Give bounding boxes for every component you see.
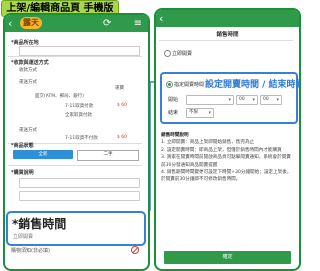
pay-option-3[interactable]: 全家取貨付款 [65,112,142,118]
start-date-select[interactable] [186,95,234,105]
start-minute-select[interactable]: 00 [260,95,282,105]
stock-input-2[interactable] [19,191,140,201]
scheduled-label: 指定開賣時間 [174,82,205,88]
pay-option-1[interactable]: 面交(ATM、郵局、銀行) [35,93,142,99]
fee-value-2: $ 60 [117,135,128,140]
sales-time-value: 立即開賣 [13,234,34,240]
note-item: 2. 設定開賣時間：即商品上架，但僅於銷售時間內才能購買 [161,147,282,153]
immediate-label: 立即開賣 [172,51,193,57]
note-item: 3. 買家在開賣時間前開啟商品頁可點擊開賣通知，系統會於開賣前30分發通知商品開… [161,155,291,168]
left-phone-screen: ‹ 露天 ⟳ ≡ *商品所在地 *收款與運送方式 收款方式 運送方式 運費 面交… [3,13,150,271]
scheduled-option[interactable]: 指定開賣時間 設定開賣時間 / 結束時間 開始 00 00 結束 不限 [160,72,301,124]
stock-label: *購買說明 [11,170,34,176]
sales-time-section[interactable]: *銷售時間 立即開賣 [6,211,146,246]
note-item: 1. 立即開賣：商品上架即開始銷售，售完為止 [161,140,255,146]
notes-block: 銷售時間說明 1. 立即開賣：商品上架即開始銷售，售完為止 2. 設定開賣時間：… [161,132,293,184]
scheduled-callout: 設定開賣時間 / 結束時間 [205,80,301,90]
prohibited-icon [131,246,139,254]
fee-label: 運費 [115,86,124,91]
ship-cvs-label: 運送方式 [19,128,37,133]
history-icon[interactable]: ⟳ [103,15,111,32]
back-icon[interactable]: ‹ [159,10,163,27]
sales-time-title: 銷售時間 [216,32,239,38]
right-phone-screen: ‹ 銷售時間 立即開賣 指定開賣時間 設定開賣時間 / 結束時間 開始 00 0… [154,8,301,271]
immediate-radio[interactable] [164,50,171,57]
start-label: 開始 [168,97,179,103]
app-logo: 露天 [20,17,42,29]
pay-ship-label: *收款與運送方式 [11,60,49,66]
sales-time-label: *銷售時間 [12,217,67,231]
end-label: 結束 [168,110,179,116]
start-hour-select[interactable]: 00 [236,95,258,105]
back-icon[interactable]: ‹ [8,15,12,32]
confirm-button[interactable]: 確定 [164,251,291,264]
location-label: *商品所在地 [11,40,39,46]
note-item: 4. 銷售期間時間變更可設定下時間+30分鐘開始；設定上架後，於開賣前30分鐘即… [161,170,292,183]
top-bar-right: ‹ [156,10,299,27]
scheduled-radio[interactable] [166,81,173,88]
notes-title: 銷售時間說明 [161,133,189,138]
fee-value-1: $ 60 [117,103,128,108]
used-button[interactable]: 二手 [77,150,139,161]
pay-label: 收款方式 [19,68,37,73]
end-select[interactable]: 不限 [186,108,214,118]
menu-icon[interactable]: ≡ [134,15,142,32]
new-button[interactable]: 全新 [13,150,73,159]
location-select[interactable] [19,46,140,56]
rules-label: 購物須知(非必填) [11,248,50,254]
stock-input[interactable] [19,178,140,188]
condition-label: *商品狀態 [11,143,34,149]
top-bar: ‹ 露天 ⟳ ≡ [5,15,148,32]
